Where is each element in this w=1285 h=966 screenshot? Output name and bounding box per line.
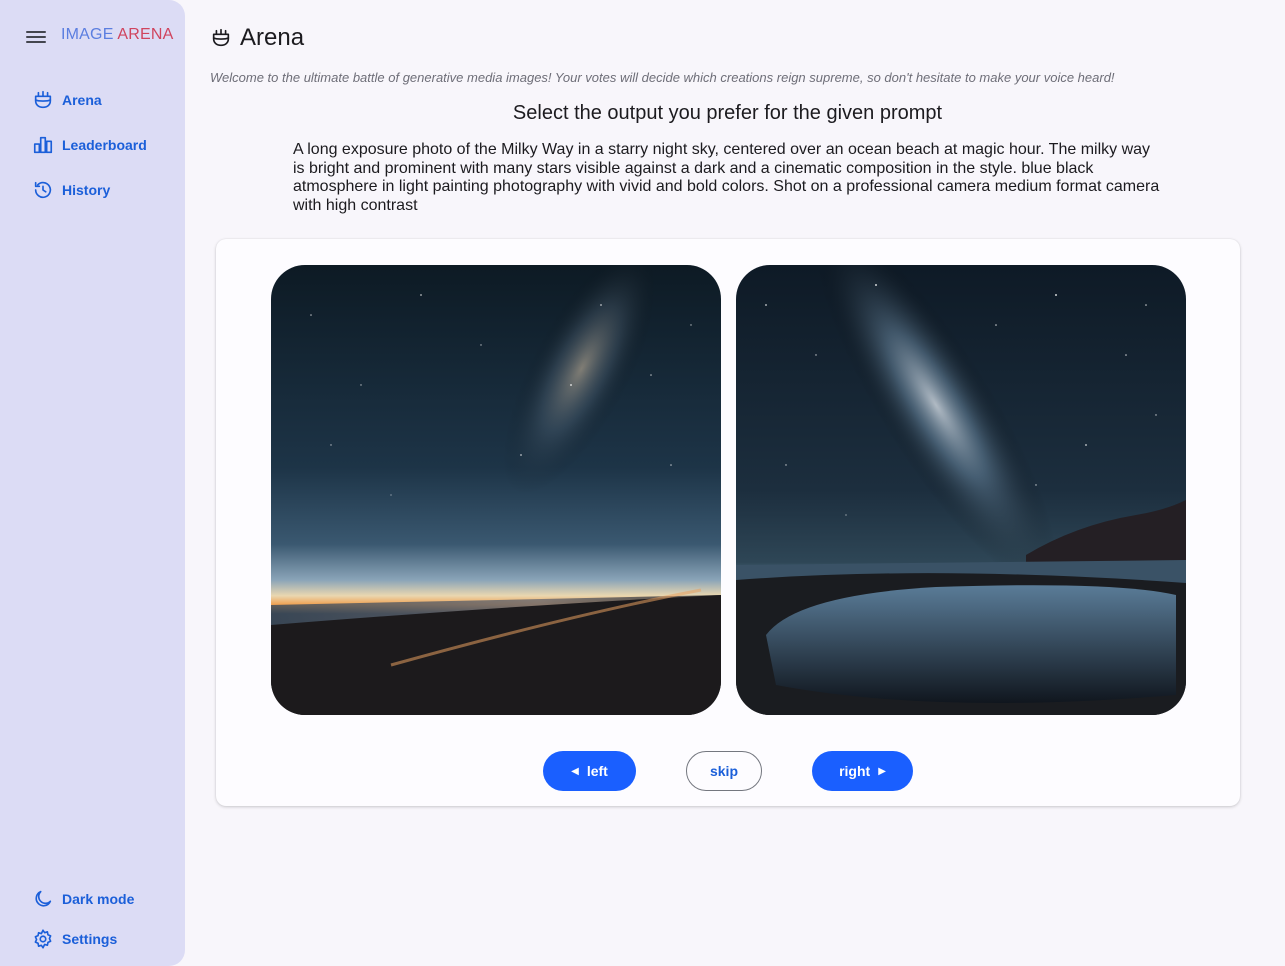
sidebar-item-settings[interactable]: Settings	[32, 928, 117, 950]
sidebar-item-label: Settings	[62, 931, 118, 947]
menu-icon[interactable]	[26, 28, 46, 44]
moon-icon	[35, 890, 52, 907]
sidebar-item-history[interactable]: History	[32, 179, 110, 201]
sidebar-item-label: Dark mode	[62, 891, 135, 907]
leaderboard-icon	[33, 136, 53, 154]
app-brand: IMAGE ARENA	[61, 26, 174, 43]
sidebar-item-dark-mode[interactable]: Dark mode	[32, 888, 134, 910]
sidebar-item-label: History	[62, 182, 111, 198]
page-title: Arena	[210, 24, 304, 52]
arena-icon	[34, 90, 52, 109]
caret-right-icon: ▶	[878, 765, 886, 777]
history-icon	[34, 181, 52, 199]
caret-left-icon: ◀	[571, 765, 579, 777]
vote-right-button[interactable]: right ▶	[812, 751, 913, 791]
skip-button[interactable]: skip	[686, 751, 762, 791]
page-title-text: Arena	[240, 24, 305, 51]
left-image-graphic	[271, 265, 721, 715]
gear-icon	[34, 929, 52, 949]
sidebar-item-label: Leaderboard	[62, 137, 147, 153]
sidebar-item-label: Arena	[62, 92, 102, 108]
sidebar-item-arena[interactable]: Arena	[32, 89, 102, 111]
left-image[interactable]	[271, 265, 721, 715]
vote-left-button[interactable]: ◀ left	[543, 751, 636, 791]
arena-icon	[212, 28, 230, 47]
comparison-card: ◀ left skip right ▶	[216, 239, 1240, 806]
prompt-heading: Select the output you prefer for the giv…	[512, 102, 943, 124]
welcome-text: Welcome to the ultimate battle of genera…	[210, 70, 1115, 85]
right-image-graphic	[736, 265, 1186, 715]
prompt-text: A long exposure photo of the Milky Way i…	[293, 141, 1160, 214]
right-image[interactable]	[736, 265, 1186, 715]
sidebar: IMAGE ARENA Arena Leaderboard History Da…	[0, 0, 185, 966]
sidebar-item-leaderboard[interactable]: Leaderboard	[32, 134, 147, 156]
